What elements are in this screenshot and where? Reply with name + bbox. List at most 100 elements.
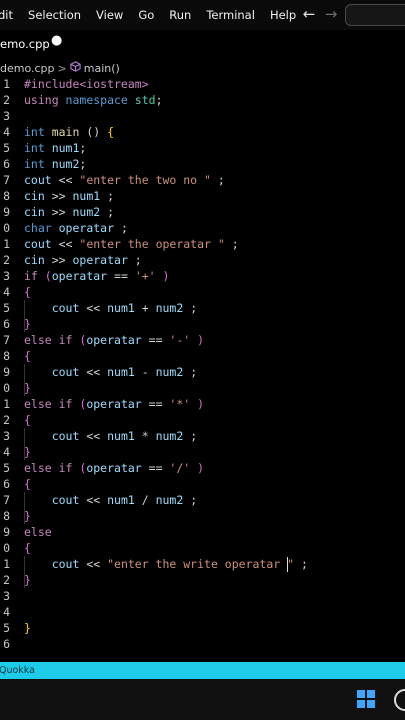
line-code: int num2; xyxy=(24,156,86,172)
code-token: { xyxy=(24,413,31,427)
unsaved-dot-icon[interactable]: ● xyxy=(51,33,62,48)
code-token: * xyxy=(134,429,156,443)
code-token: ; xyxy=(79,141,87,155)
menu-help[interactable]: Help xyxy=(270,8,296,22)
line-code: else if (operatar == '/' ) xyxy=(24,460,204,476)
line-number: 2 xyxy=(3,413,10,427)
code-token: } xyxy=(24,573,31,587)
line-number: 7 xyxy=(3,333,10,347)
code-token: ; xyxy=(294,557,308,571)
command-center-search[interactable] xyxy=(345,4,405,26)
menu-selection[interactable]: Selection xyxy=(28,8,81,22)
code-token: } xyxy=(24,445,31,459)
menu-run[interactable]: Run xyxy=(169,8,191,22)
menu-terminal[interactable]: Terminal xyxy=(206,8,255,22)
code-token: #include<iostream> xyxy=(24,77,149,91)
line-number: 6 xyxy=(3,157,10,171)
line-number: 0 xyxy=(3,541,10,555)
forward-arrow-icon[interactable]: → xyxy=(320,5,342,23)
code-token: << xyxy=(51,173,80,187)
code-token: ; xyxy=(155,93,163,107)
code-token: ; xyxy=(210,173,225,187)
line-code: else xyxy=(24,524,52,540)
code-token: { xyxy=(24,541,31,555)
line-number: 5 xyxy=(3,621,10,635)
line-code: else if (operatar == '*' ) xyxy=(24,396,204,412)
code-token: << xyxy=(79,557,108,571)
indent-guide xyxy=(24,492,25,524)
code-token: num2 xyxy=(155,365,184,379)
code-token: ; xyxy=(183,365,198,379)
code-token: ; xyxy=(224,237,239,251)
line-number: 6 xyxy=(3,477,10,491)
breadcrumb: demo.cpp > main() xyxy=(0,60,120,76)
code-token: cin xyxy=(24,253,45,267)
code-token: - xyxy=(134,365,156,379)
line-number: 2 xyxy=(3,573,10,587)
code-token: operatar xyxy=(72,253,128,267)
code-token: cout xyxy=(24,493,80,507)
line-number: 1 xyxy=(3,77,10,91)
line-number: 2 xyxy=(3,253,10,267)
line-code: else if (operatar == '-' ) xyxy=(24,332,204,348)
line-number: 4 xyxy=(3,125,10,139)
line-code: } xyxy=(24,316,31,332)
line-number: 3 xyxy=(3,589,10,603)
line-code: cin >> num2 ; xyxy=(24,204,114,220)
breadcrumb-symbol[interactable]: main() xyxy=(84,62,120,75)
status-quokka[interactable]: Quokka xyxy=(0,665,35,676)
code-token: } xyxy=(24,509,31,523)
code-token: cout xyxy=(24,557,80,571)
code-token: num1 xyxy=(51,141,80,155)
line-number: 2 xyxy=(3,93,10,107)
line-number: 1 xyxy=(3,557,10,571)
cube-icon xyxy=(70,61,81,75)
indent-guide xyxy=(24,556,25,588)
code-token: { xyxy=(107,125,115,139)
breadcrumb-file[interactable]: demo.cpp xyxy=(0,62,55,75)
line-code: cout << "enter the operatar " ; xyxy=(24,236,239,252)
indent-guide xyxy=(24,364,25,396)
code-token: '*' xyxy=(169,397,191,411)
windows-start-icon[interactable] xyxy=(357,690,375,708)
code-token: >> xyxy=(44,189,73,203)
line-number: 5 xyxy=(3,301,10,315)
code-token: cin xyxy=(24,189,45,203)
line-code: } xyxy=(24,620,31,636)
code-token: int xyxy=(24,125,52,139)
menu-view[interactable]: View xyxy=(96,8,123,22)
text-cursor xyxy=(287,557,288,572)
taskbar xyxy=(0,679,405,720)
code-token: ; xyxy=(79,157,87,171)
line-number: 7 xyxy=(3,493,10,507)
line-number: 3 xyxy=(3,109,10,123)
line-number: 8 xyxy=(3,509,10,523)
code-token: operatar xyxy=(86,397,142,411)
code-token: { xyxy=(24,477,31,491)
back-arrow-icon[interactable]: ← xyxy=(298,5,320,23)
code-token: else if xyxy=(24,333,80,347)
code-token: num1 xyxy=(72,189,101,203)
code-token: ) xyxy=(197,461,205,475)
code-token: num2 xyxy=(155,301,184,315)
menu-edit[interactable]: dit xyxy=(0,8,13,22)
line-number: 4 xyxy=(3,445,10,459)
code-token: } xyxy=(24,621,31,635)
code-token: << xyxy=(79,365,108,379)
menu-go[interactable]: Go xyxy=(138,8,154,22)
line-number: 5 xyxy=(3,461,10,475)
code-token: == xyxy=(141,397,170,411)
line-code: { xyxy=(24,348,31,364)
code-token: std xyxy=(134,93,156,107)
code-token: operatar xyxy=(51,269,108,283)
code-token: num1 xyxy=(107,429,135,443)
code-token: operatar xyxy=(86,333,142,347)
line-code: int num1; xyxy=(24,140,86,156)
code-editor[interactable]: 1 #include<iostream> 2 using namespace std;… xyxy=(0,76,405,656)
code-token: << xyxy=(79,493,108,507)
code-token: >> xyxy=(44,205,73,219)
tab-demo-cpp[interactable]: emo.cpp xyxy=(0,37,50,51)
line-code: } xyxy=(24,380,31,396)
code-token: int xyxy=(24,157,52,171)
line-code: cout << "enter the write operatar " ; xyxy=(24,556,308,572)
